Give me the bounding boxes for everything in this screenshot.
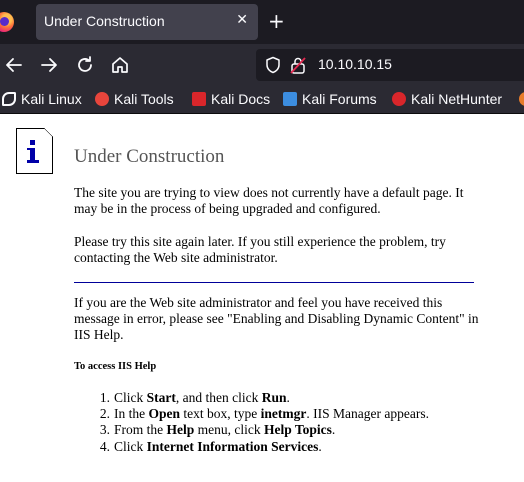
nethunter-icon [392, 92, 406, 106]
close-tab-icon[interactable]: ✕ [236, 12, 248, 28]
new-tab-button[interactable]: + [268, 9, 285, 33]
reload-button[interactable] [75, 55, 95, 75]
list-item: 1. Click Start, and then click Run. [99, 390, 290, 405]
info-icon [16, 128, 53, 174]
url-text[interactable]: 10.10.10.15 [318, 56, 392, 72]
list-item: 4. Click Internet Information Services. [99, 438, 322, 454]
page-content: Under Construction The site you are tryi… [0, 115, 524, 482]
intro-paragraph: The site you are trying to view does not… [74, 185, 464, 216]
firefox-logo-icon[interactable] [0, 12, 14, 32]
forward-button[interactable] [39, 55, 59, 75]
bookmark-kali-nethunter[interactable]: Kali NetHunter [392, 91, 502, 107]
back-button[interactable] [4, 55, 24, 75]
kali-dragon-icon [2, 92, 16, 106]
admin-paragraph: If you are the Web site administrator an… [74, 295, 479, 342]
kali-docs-icon [192, 92, 206, 106]
home-button[interactable] [110, 55, 130, 75]
kali-tools-icon [95, 92, 109, 106]
tab-under-construction[interactable]: Under Construction ✕ [36, 4, 258, 40]
address-bar[interactable]: 10.10.10.15 [256, 49, 524, 81]
bookmark-overflow[interactable] [519, 91, 524, 107]
bookmarks-toolbar: Kali Linux Kali Tools Kali Docs Kali For… [0, 86, 524, 114]
insecure-lock-icon[interactable] [290, 56, 306, 74]
bookmark-kali-forums[interactable]: Kali Forums [283, 91, 377, 107]
home-icon [112, 57, 128, 73]
tab-strip: Under Construction ✕ + [0, 0, 524, 44]
page-title: Under Construction [74, 146, 225, 167]
navigation-toolbar: 10.10.10.15 [0, 44, 524, 86]
list-item: 3. From the Help menu, click Help Topics. [99, 422, 336, 438]
shield-icon[interactable] [264, 56, 282, 74]
divider [74, 282, 474, 283]
reload-icon [78, 56, 92, 72]
bookmark-kali-docs[interactable]: Kali Docs [192, 91, 270, 107]
iis-help-steps: 1. Click Start, and then click Run. 2. In … [74, 390, 514, 455]
kali-forums-icon [283, 92, 297, 106]
iis-help-heading: To access IIS Help [74, 361, 157, 372]
tab-title: Under Construction [44, 13, 165, 29]
bookmark-kali-linux[interactable]: Kali Linux [2, 91, 82, 107]
retry-paragraph: Please try this site again later. If you… [74, 234, 446, 265]
arrow-left-icon [6, 58, 22, 72]
bookmark-kali-tools[interactable]: Kali Tools [95, 91, 174, 107]
bookmark-favicon-icon [519, 92, 524, 106]
list-item: 2. In the Open text box, type inetmgr. II… [99, 406, 429, 422]
arrow-right-icon [41, 58, 57, 72]
